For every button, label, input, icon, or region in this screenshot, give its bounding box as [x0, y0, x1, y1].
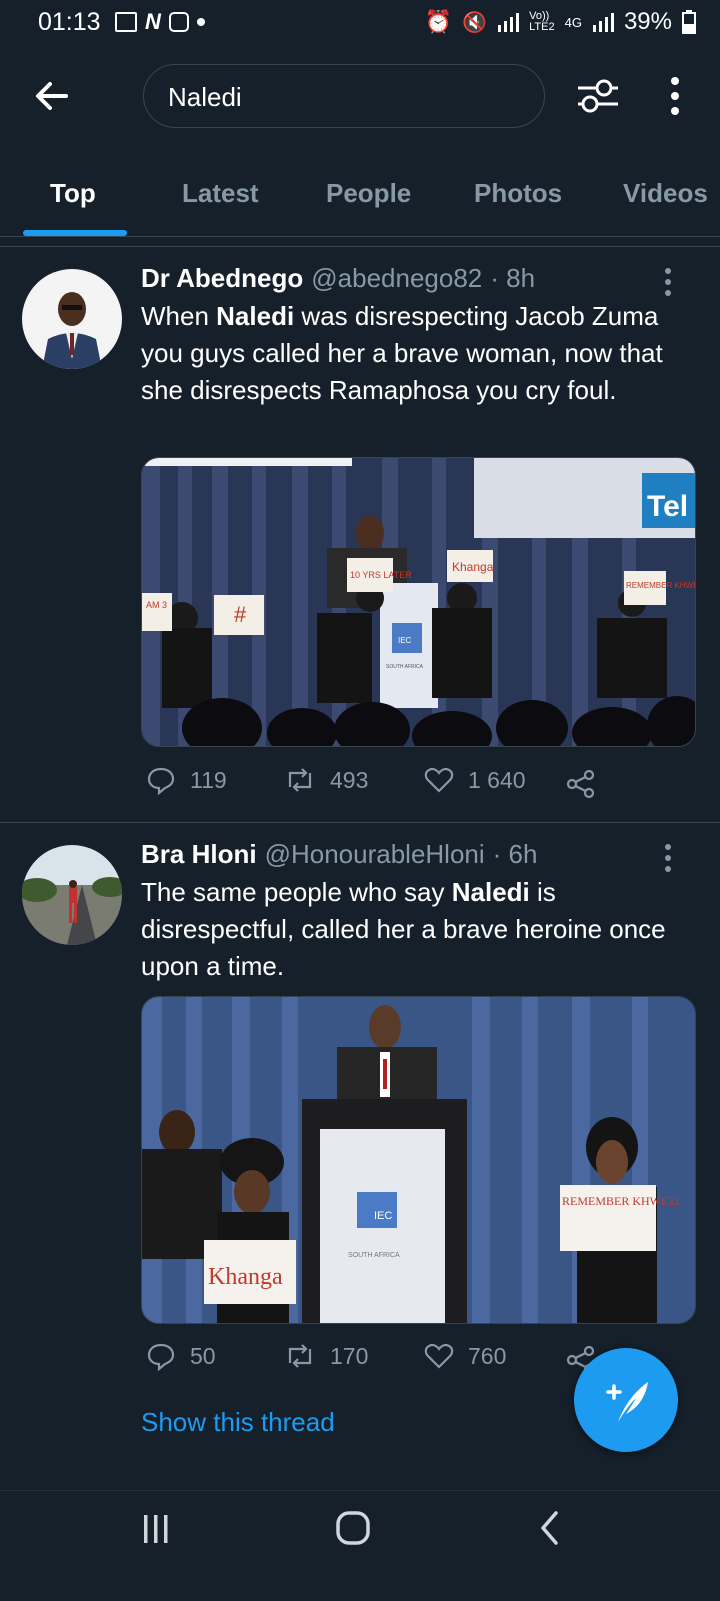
- tweet-time: · 8h: [490, 263, 536, 293]
- status-time: 01:13: [38, 8, 101, 36]
- iec-logo-text: IEC: [398, 636, 412, 645]
- iec-logo-text: IEC: [374, 1210, 392, 1222]
- retweet-icon: [288, 1344, 312, 1368]
- tab-people[interactable]: People: [326, 178, 411, 209]
- system-status-icons: ⏰ 🔇 Vo)) LTE2 4G 39%: [425, 8, 696, 36]
- display-name[interactable]: Dr Abednego: [141, 263, 303, 294]
- sign-remember: REMEMBER KHWEZI: [562, 1194, 680, 1208]
- reply-button[interactable]: 119: [146, 765, 227, 795]
- signal-icon-2: [592, 13, 614, 32]
- sign-tel: Tel: [647, 490, 688, 523]
- home-icon[interactable]: [334, 1509, 372, 1547]
- like-button[interactable]: 760: [424, 1341, 506, 1371]
- compose-tweet-icon: [606, 1382, 648, 1422]
- reply-count: 50: [190, 1342, 216, 1369]
- tab-top[interactable]: Top: [50, 178, 96, 209]
- battery-icon: [682, 10, 696, 34]
- iec-country-text: SOUTH AFRICA: [386, 664, 424, 670]
- user-handle[interactable]: @HonourableHloni: [265, 839, 485, 870]
- tweet-media[interactable]: IEC SOUTH AFRICA Khanga REMEMBER KHWEZI: [141, 996, 696, 1324]
- retweet-button[interactable]: 170: [284, 1341, 368, 1371]
- compose-tweet-button[interactable]: [574, 1348, 678, 1452]
- like-count: 1 640: [468, 766, 526, 793]
- search-tabs: Top Latest People Photos Videos: [0, 150, 720, 237]
- retweet-count: 493: [330, 766, 369, 793]
- notification-icons: N: [115, 9, 205, 35]
- network-type: 4G: [564, 14, 582, 30]
- like-count: 760: [468, 1342, 507, 1369]
- sign-am3: AM 3: [146, 600, 167, 610]
- recent-apps-icon[interactable]: [138, 1511, 174, 1547]
- gallery-notification-icon: [115, 12, 137, 32]
- reply-button[interactable]: 50: [146, 1341, 216, 1371]
- like-button[interactable]: 1 640: [424, 765, 526, 795]
- nav-back-icon[interactable]: [536, 1509, 564, 1547]
- reply-icon: [147, 767, 175, 795]
- retweet-count: 170: [330, 1342, 369, 1369]
- tweet-header: Bra Hloni @HonourableHloni · 6h: [141, 839, 537, 870]
- tweet-time: · 6h: [492, 839, 538, 869]
- tweet-menu-icon[interactable]: [665, 843, 671, 873]
- tweet-media[interactable]: Tel AM 3 # 10 YRS LATER Khanga REMEMBER …: [141, 457, 696, 747]
- reply-count: 119: [190, 766, 227, 793]
- iec-country-text: SOUTH AFRICA: [348, 1252, 400, 1259]
- avatar-image: [22, 269, 122, 369]
- highlighted-term: Naledi: [451, 877, 530, 907]
- user-handle[interactable]: @abednego82: [311, 263, 482, 294]
- tweet-photo: Tel AM 3 # 10 YRS LATER Khanga REMEMBER …: [142, 458, 696, 746]
- battery-percent: 39%: [623, 8, 672, 35]
- like-icon: [424, 767, 454, 793]
- sign-10yrs: 10 YRS LATER: [350, 570, 412, 580]
- retweet-icon: [288, 768, 312, 792]
- retweet-button[interactable]: 493: [284, 765, 368, 795]
- more-vertical-icon[interactable]: [668, 76, 682, 116]
- search-bar[interactable]: [143, 64, 545, 128]
- tweet-header: Dr Abednego @abednego82 · 8h: [141, 263, 535, 294]
- tweet-photo: IEC SOUTH AFRICA Khanga REMEMBER KHWEZI: [142, 997, 695, 1323]
- active-tab-indicator: [23, 230, 127, 236]
- filter-icon[interactable]: [576, 74, 620, 118]
- tweet-menu-icon[interactable]: [665, 267, 671, 297]
- sign-khanga: Khanga: [452, 560, 494, 574]
- tweet-text: When Naledi was disrespecting Jacob Zuma…: [141, 301, 663, 405]
- volte-indicator: Vo)) LTE2: [529, 10, 555, 33]
- tab-latest[interactable]: Latest: [182, 178, 259, 209]
- avatar-image: [22, 845, 122, 945]
- avatar[interactable]: [22, 269, 122, 369]
- mute-icon: 🔇: [462, 11, 488, 34]
- show-thread-link[interactable]: Show this thread: [141, 1407, 335, 1438]
- avatar[interactable]: [22, 845, 122, 945]
- system-navigation-bar: [0, 1490, 720, 1601]
- search-input[interactable]: [166, 79, 530, 115]
- tab-videos[interactable]: Videos: [623, 178, 708, 209]
- tab-photos[interactable]: Photos: [474, 178, 562, 209]
- share-icon[interactable]: [566, 769, 596, 799]
- signal-icon: [498, 13, 520, 32]
- instagram-notification-icon: [168, 12, 189, 32]
- tweet[interactable]: Dr Abednego @abednego82 · 8h When Naledi…: [0, 247, 720, 821]
- back-arrow-icon[interactable]: [30, 74, 74, 118]
- display-name[interactable]: Bra Hloni: [141, 839, 257, 870]
- status-bar: 01:13 N ⏰ 🔇 Vo)) LTE2 4G 39%: [0, 0, 720, 48]
- sign-remember: REMEMBER KHWEZI: [626, 581, 696, 590]
- tweet-text: The same people who say Naledi is disres…: [141, 877, 666, 981]
- reply-icon: [147, 1343, 175, 1371]
- more-notifications-icon: [196, 18, 205, 26]
- sign-hash: #: [234, 602, 247, 627]
- like-icon: [424, 1343, 454, 1369]
- highlighted-term: Naledi: [216, 301, 295, 331]
- news-notification-icon: N: [145, 9, 161, 34]
- alarm-icon: ⏰: [424, 9, 453, 34]
- sign-khanga: Khanga: [208, 1264, 283, 1290]
